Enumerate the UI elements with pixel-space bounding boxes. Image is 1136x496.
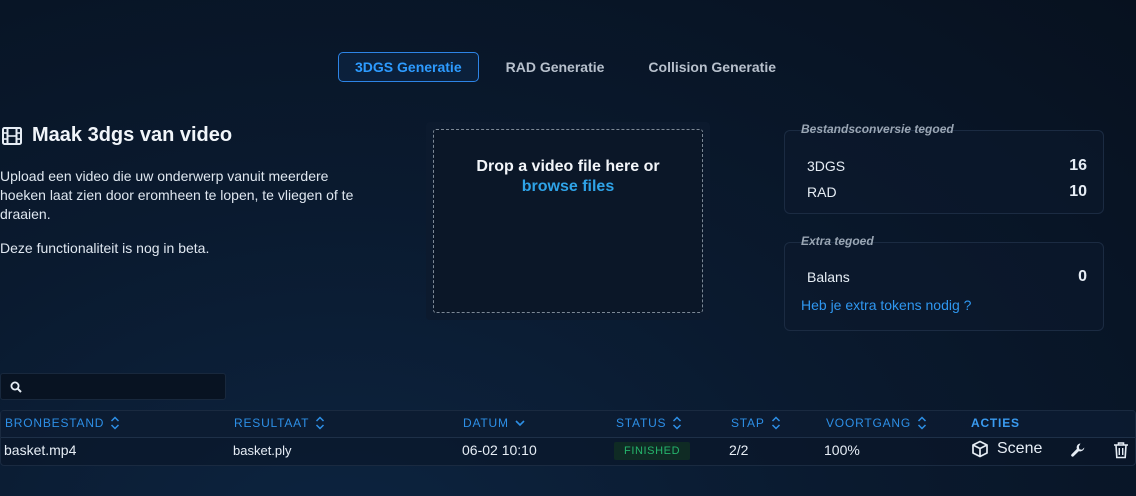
sort-icon <box>111 416 120 430</box>
dropzone-area[interactable]: Drop a video file here or browse files <box>433 129 703 313</box>
column-header-label: VOORTGANG <box>826 416 911 430</box>
column-header-progress[interactable]: VOORTGANG <box>826 416 927 430</box>
open-scene-button[interactable]: Scene <box>971 440 1042 458</box>
column-header-label: STAP <box>731 416 765 430</box>
trash-icon <box>1114 442 1128 459</box>
cell-source: basket.mp4 <box>4 442 77 458</box>
sort-icon <box>917 416 927 430</box>
cell-date: 06-02 10:10 <box>462 442 537 458</box>
search-icon <box>10 381 22 393</box>
tab-collision-generatie[interactable]: Collision Generatie <box>631 52 793 82</box>
delete-button[interactable] <box>1113 441 1129 459</box>
column-header-result[interactable]: RESULTAAT <box>234 416 325 430</box>
edit-button[interactable] <box>1070 442 1086 458</box>
table-row <box>1 438 1135 466</box>
intro-heading: Maak 3dgs van video <box>0 124 370 147</box>
intro-description: Upload een video die uw onderwerp vanuit… <box>0 168 354 222</box>
balance-value: 0 <box>1078 268 1087 285</box>
credit-row-rad: RAD 10 <box>785 179 1103 205</box>
generation-tabs: 3DGS Generatie RAD Generatie Collision G… <box>338 52 803 82</box>
tab-3dgs-generatie[interactable]: 3DGS Generatie <box>338 52 479 82</box>
sort-icon <box>316 416 325 430</box>
credit-label: RAD <box>807 184 837 200</box>
extra-panel-title: Extra tegoed <box>801 234 874 248</box>
credit-value: 16 <box>1069 157 1087 174</box>
column-header-label: BRONBESTAND <box>5 416 105 430</box>
credit-row-3dgs: 3DGS 16 <box>785 153 1103 179</box>
extra-credit-panel: Extra tegoed Balans 0 Heb je extra token… <box>784 234 1104 331</box>
chevron-down-icon <box>515 420 525 427</box>
credit-label: 3DGS <box>807 158 846 174</box>
status-badge: FINISHED <box>614 442 691 460</box>
column-header-label: ACTIES <box>971 416 1020 430</box>
tab-rad-generatie[interactable]: RAD Generatie <box>489 52 622 82</box>
film-icon <box>2 126 22 145</box>
table-header <box>1 411 1135 438</box>
cell-progress: 100% <box>824 442 860 458</box>
column-header-date[interactable]: DATUM <box>463 416 525 430</box>
search-box <box>0 373 226 400</box>
credits-panel-title: Bestandsconversie tegoed <box>801 122 954 136</box>
column-header-source[interactable]: BRONBESTAND <box>5 416 120 430</box>
column-header-label: STATUS <box>616 416 667 430</box>
balance-label: Balans <box>807 269 850 285</box>
intro-section: Maak 3dgs van video Upload een video die… <box>0 124 370 273</box>
column-header-status[interactable]: STATUS <box>616 416 682 430</box>
beta-note: Deze functionaliteit is nog in beta. <box>0 240 210 256</box>
cell-result: basket.ply <box>233 443 292 458</box>
browse-files-link[interactable]: browse files <box>434 178 702 196</box>
sort-icon <box>771 416 780 430</box>
wrench-icon <box>1071 443 1085 457</box>
jobs-table <box>0 410 1136 466</box>
extra-tokens-link[interactable]: Heb je extra tokens nodig ? <box>785 297 1103 313</box>
search-input[interactable] <box>28 379 218 394</box>
dropzone-text: Drop a video file here or <box>476 158 660 175</box>
page-title: Maak 3dgs van video <box>32 124 233 146</box>
column-header-label: RESULTAAT <box>234 416 310 430</box>
cube-icon <box>972 440 988 458</box>
column-header-step[interactable]: STAP <box>731 416 781 430</box>
column-header-label: DATUM <box>463 416 509 430</box>
upload-dropzone[interactable]: Drop a video file here or browse files <box>426 122 710 320</box>
credits-panel: Bestandsconversie tegoed 3DGS 16 RAD 10 <box>784 122 1104 214</box>
sort-icon <box>673 416 682 430</box>
scene-label: Scene <box>997 440 1043 457</box>
cell-step: 2/2 <box>729 442 749 458</box>
balance-row: Balans 0 <box>785 265 1103 289</box>
column-header-actions: ACTIES <box>971 416 1020 430</box>
credit-value: 10 <box>1069 183 1087 200</box>
